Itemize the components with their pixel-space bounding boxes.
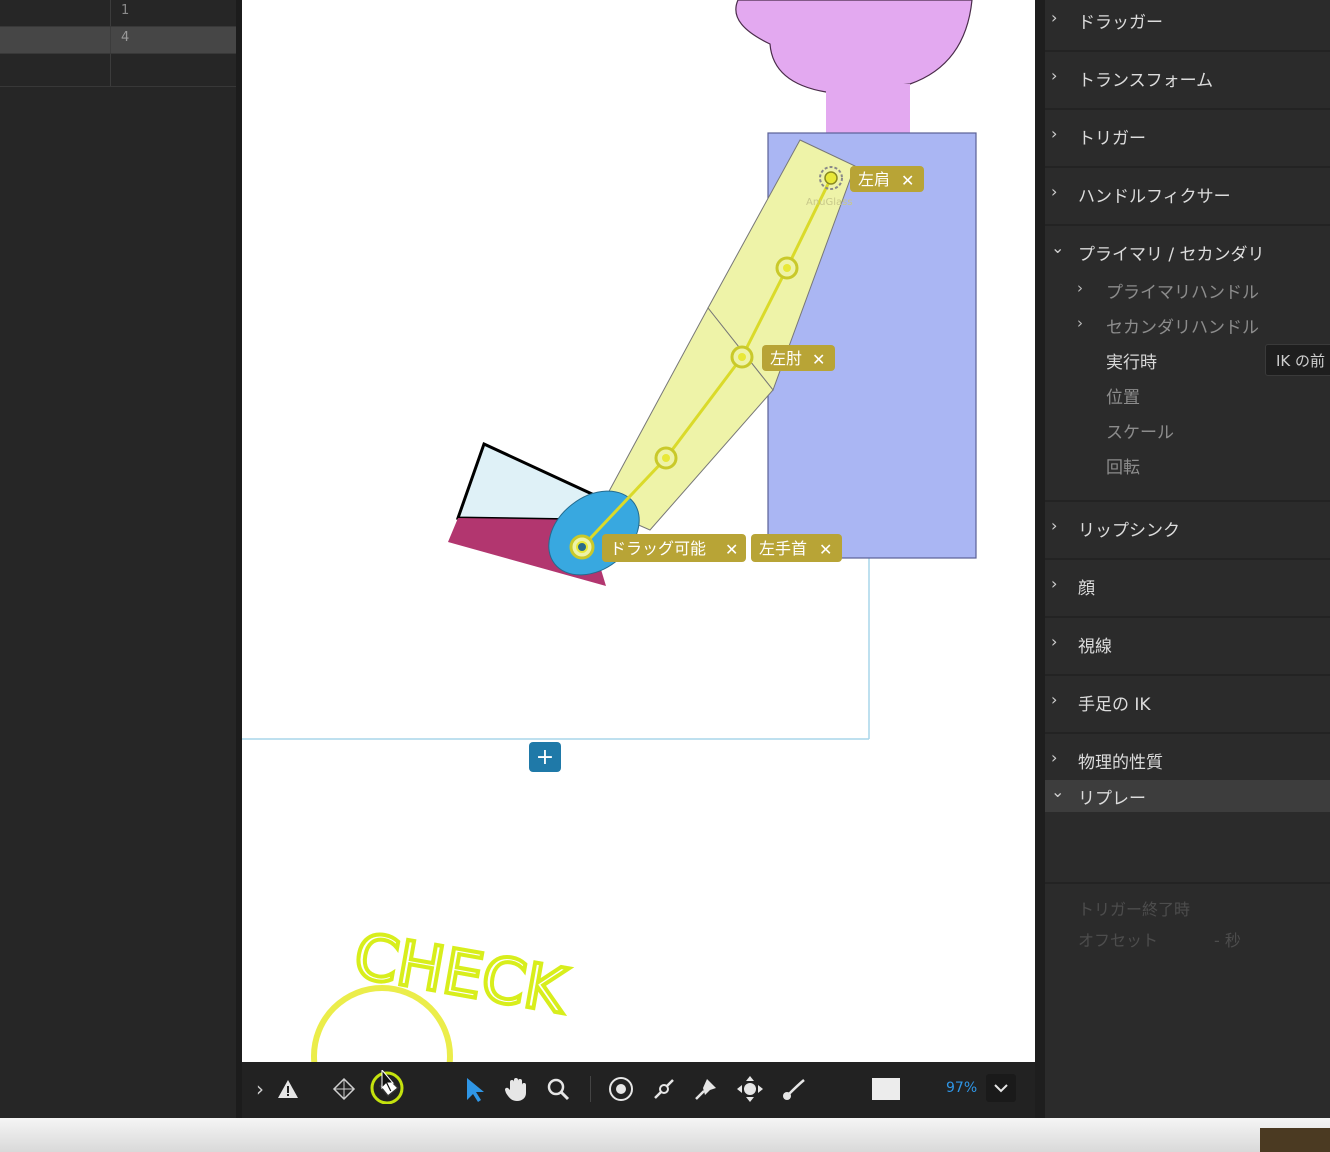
section-handle-fixer[interactable]: › ハンドルフィクサー: [1045, 168, 1330, 226]
upper-arm-handle: [775, 256, 799, 280]
stage-toolbar: [242, 1062, 1035, 1118]
svg-text:左手首: 左手首: [759, 539, 807, 558]
remove-tag-icon: ✕: [819, 540, 832, 559]
rotation-label: 回転: [1106, 458, 1140, 478]
svg-text:ドラッグ可能: ドラッグ可能: [610, 539, 706, 558]
hand-icon[interactable]: [502, 1075, 530, 1103]
section-divider: [1045, 882, 1330, 884]
select-arrow-icon[interactable]: [460, 1075, 488, 1103]
forearm-handle: [654, 446, 678, 470]
chevron-right-icon[interactable]: ›: [1077, 314, 1083, 332]
section-dragger[interactable]: › ドラッガー: [1045, 0, 1330, 52]
section-replay[interactable]: ⌄ リプレー: [1045, 780, 1330, 812]
when-running-dropdown[interactable]: IK の前: [1265, 344, 1330, 376]
svg-text:左肘: 左肘: [770, 349, 802, 368]
frame-preview-icon[interactable]: [872, 1075, 900, 1103]
wrist-handle: [569, 534, 595, 560]
add-scene-button: +: [529, 742, 561, 772]
layer-number: 1: [121, 3, 130, 18]
origin-tool-icon[interactable]: [607, 1075, 635, 1103]
layer-row[interactable]: [0, 54, 236, 87]
remove-tag-icon: ✕: [725, 540, 738, 559]
scale-label: スケール: [1106, 423, 1174, 443]
tag-left-shoulder: 左肩 ✕: [850, 166, 924, 192]
when-running-label: 実行時: [1106, 353, 1157, 373]
chevron-right-icon: ›: [1051, 748, 1058, 767]
chevron-right-icon: ›: [1051, 124, 1058, 143]
section-limb-ik[interactable]: › 手足の IK: [1045, 676, 1330, 734]
chevron-right-icon[interactable]: ›: [246, 1075, 274, 1103]
thumbnail-image: [1260, 1128, 1330, 1152]
layer-number: 4: [121, 30, 130, 45]
handle-tool-icon[interactable]: [370, 1070, 404, 1104]
offset-label: オフセット: [1078, 931, 1159, 950]
head-shape: [735, 0, 973, 93]
chevron-down-icon: ⌄: [1051, 782, 1065, 801]
offset-value[interactable]: - 秒: [1214, 927, 1241, 951]
chevron-right-icon[interactable]: ›: [1077, 279, 1083, 297]
section-trigger[interactable]: › トリガー: [1045, 110, 1330, 168]
svg-text:+: +: [536, 745, 554, 770]
primary-handle-item[interactable]: プライマリハンドル: [1106, 278, 1259, 303]
stage-canvas[interactable]: AnuGlass 左肩 ✕ 左肘 ✕ ドラッグ可能 ✕ 左手首 ✕ + CHEC…: [242, 0, 1035, 1062]
chevron-right-icon: ›: [1051, 182, 1058, 201]
tag-left-wrist: 左手首 ✕: [751, 534, 842, 562]
remove-tag-icon: ✕: [901, 171, 914, 190]
position-label: 位置: [1106, 388, 1140, 408]
layer-row[interactable]: 1: [0, 0, 236, 27]
chevron-down-icon[interactable]: ⌄: [1051, 238, 1064, 257]
remove-tag-icon: ✕: [812, 350, 825, 369]
chevron-right-icon: ›: [1051, 66, 1058, 85]
panel-divider[interactable]: [1035, 0, 1045, 1118]
layers-panel: 1 4: [0, 0, 236, 1118]
section-lip-sync[interactable]: › リップシンク: [1045, 502, 1330, 560]
chevron-right-icon: ›: [1051, 632, 1058, 651]
draggable-tool-icon[interactable]: [780, 1075, 808, 1103]
chevron-right-icon: ›: [1051, 574, 1058, 593]
chevron-right-icon: ›: [1051, 8, 1058, 27]
pin-tool-icon[interactable]: [692, 1075, 720, 1103]
section-eye-gaze[interactable]: › 視線: [1045, 618, 1330, 676]
neck-shape: [826, 84, 910, 136]
taskbar-strip: [0, 1118, 1330, 1152]
secondary-handle-item[interactable]: セカンダリハンドル: [1106, 313, 1259, 338]
elbow-handle: [730, 345, 754, 369]
zoom-level: 97%: [946, 1080, 978, 1096]
toolbar-divider: [590, 1076, 591, 1102]
tag-draggable: ドラッグ可能 ✕: [602, 534, 746, 562]
move-handle-icon[interactable]: [736, 1075, 764, 1103]
zoom-magnifier-icon[interactable]: [544, 1075, 572, 1103]
mesh-icon[interactable]: [330, 1075, 358, 1103]
tag-left-elbow: 左肘 ✕: [762, 345, 835, 371]
chevron-down-icon: [994, 1084, 1008, 1093]
handle-watermark: AnuGlass: [806, 197, 853, 208]
section-physics[interactable]: › 物理的性質: [1045, 734, 1330, 780]
section-face[interactable]: › 顔: [1045, 560, 1330, 618]
chevron-right-icon: ›: [1051, 690, 1058, 709]
stick-tool-icon[interactable]: [650, 1075, 678, 1103]
section-transform[interactable]: › トランスフォーム: [1045, 52, 1330, 110]
warning-icon[interactable]: [274, 1075, 302, 1103]
svg-text:左肩: 左肩: [858, 170, 890, 189]
layer-row-selected[interactable]: 4: [0, 27, 236, 54]
chevron-right-icon: ›: [1051, 516, 1058, 535]
trigger-end-label: トリガー終了時: [1078, 900, 1191, 919]
zoom-dropdown[interactable]: [986, 1074, 1016, 1102]
